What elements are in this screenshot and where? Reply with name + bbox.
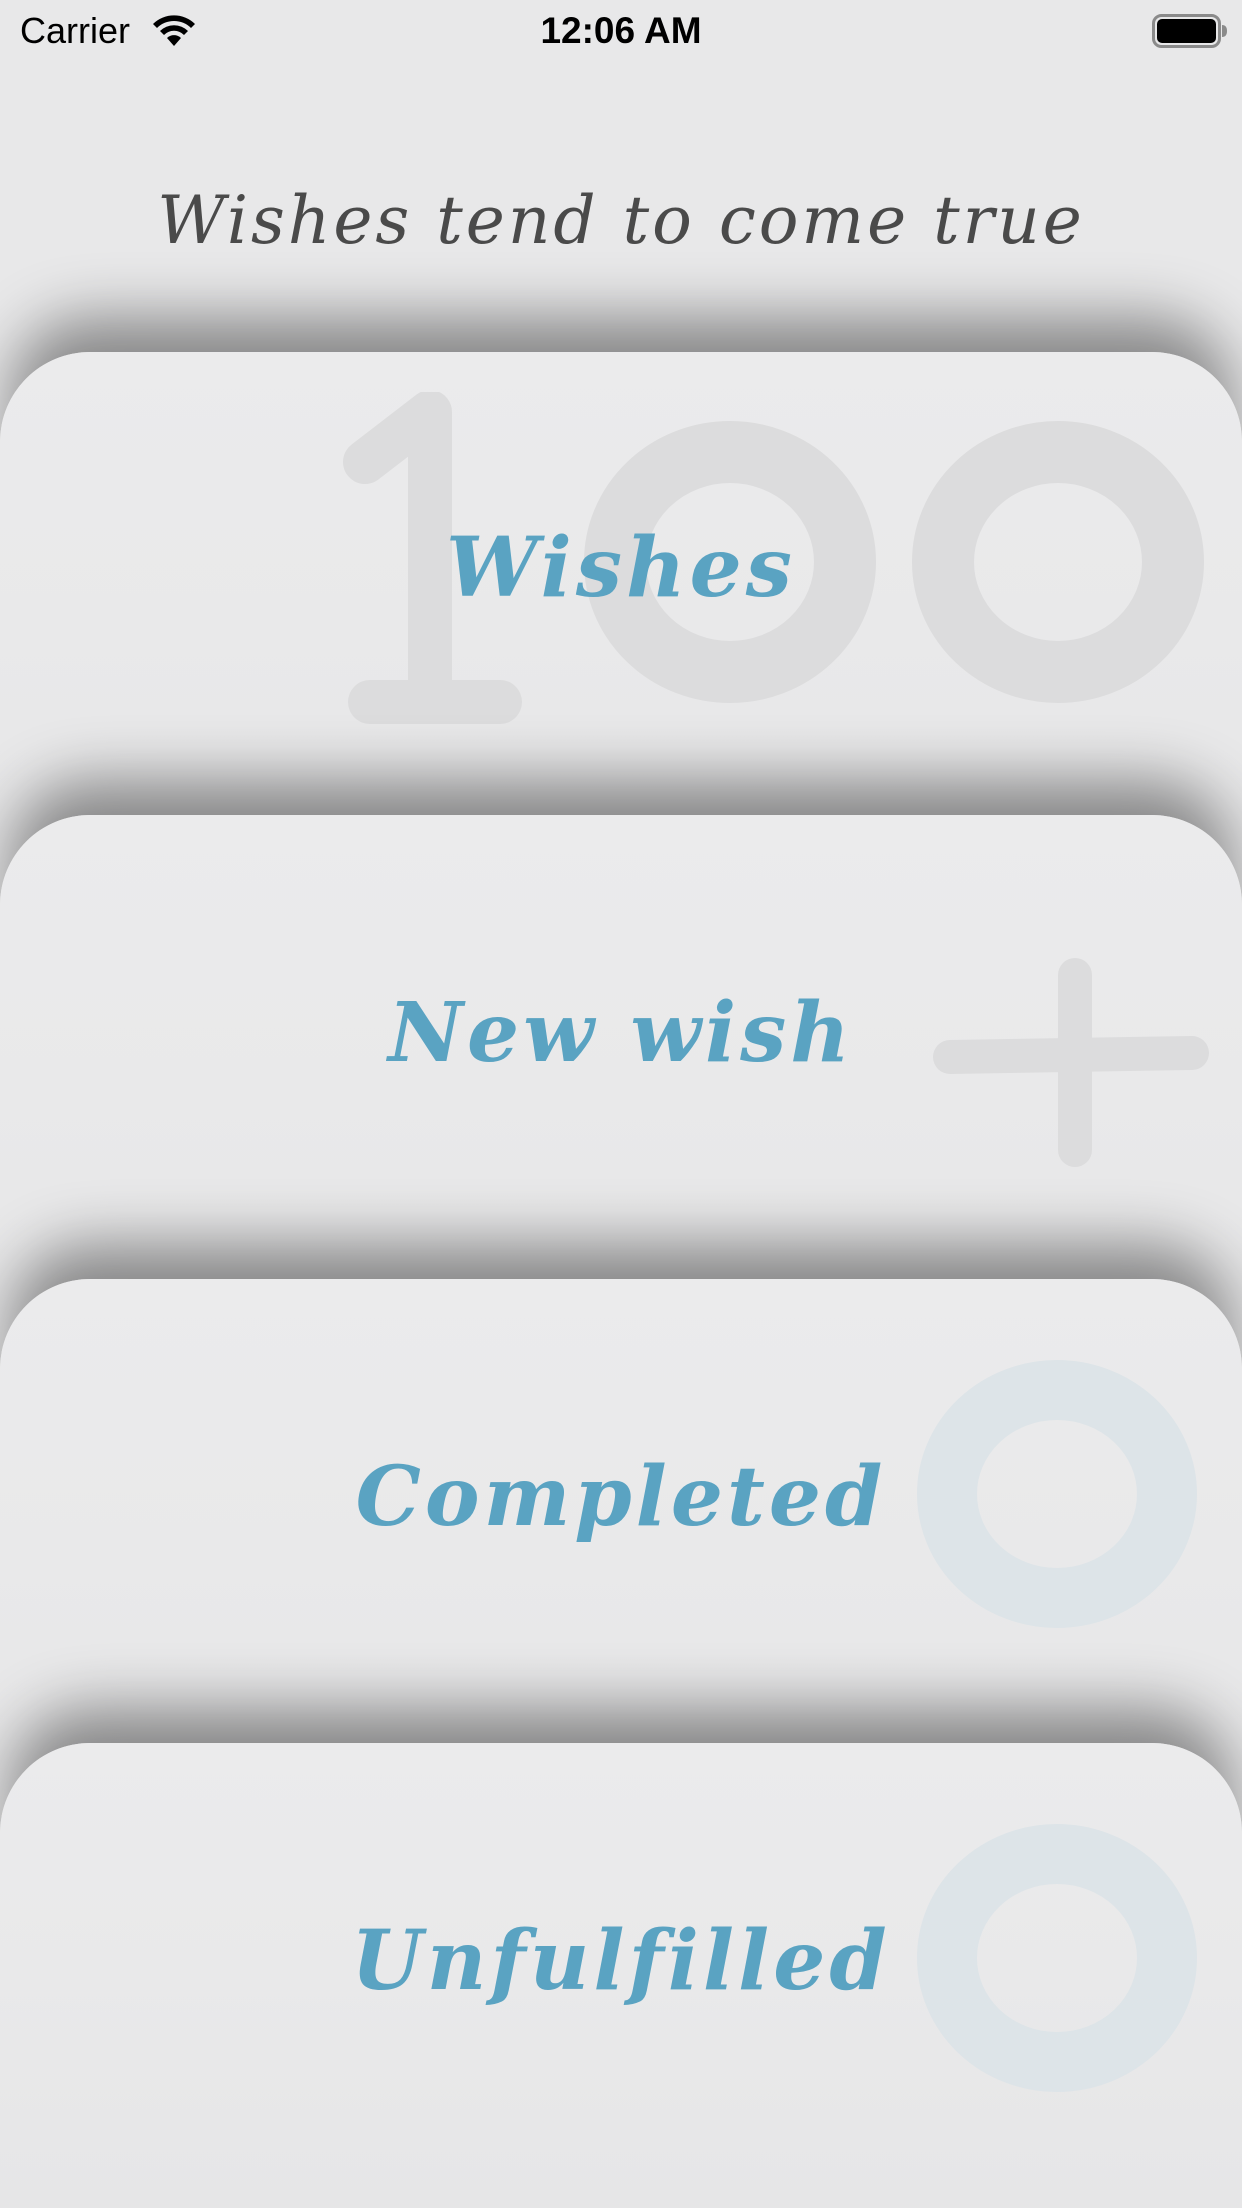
page-title: Wishes tend to come true [157, 182, 1085, 259]
completed-label: Completed [355, 1449, 887, 1545]
new-wish-label: New wish [388, 985, 854, 1081]
unfulfilled-label: Unfulfilled [351, 1913, 891, 2009]
status-time: 12:06 AM [540, 10, 702, 51]
menu-card-unfulfilled[interactable]: Unfulfilled [0, 1743, 1242, 2208]
battery-icon [1152, 14, 1227, 48]
status-bar: Carrier 12:06 AM [0, 0, 1242, 62]
wishes-label: Wishes [446, 520, 796, 616]
